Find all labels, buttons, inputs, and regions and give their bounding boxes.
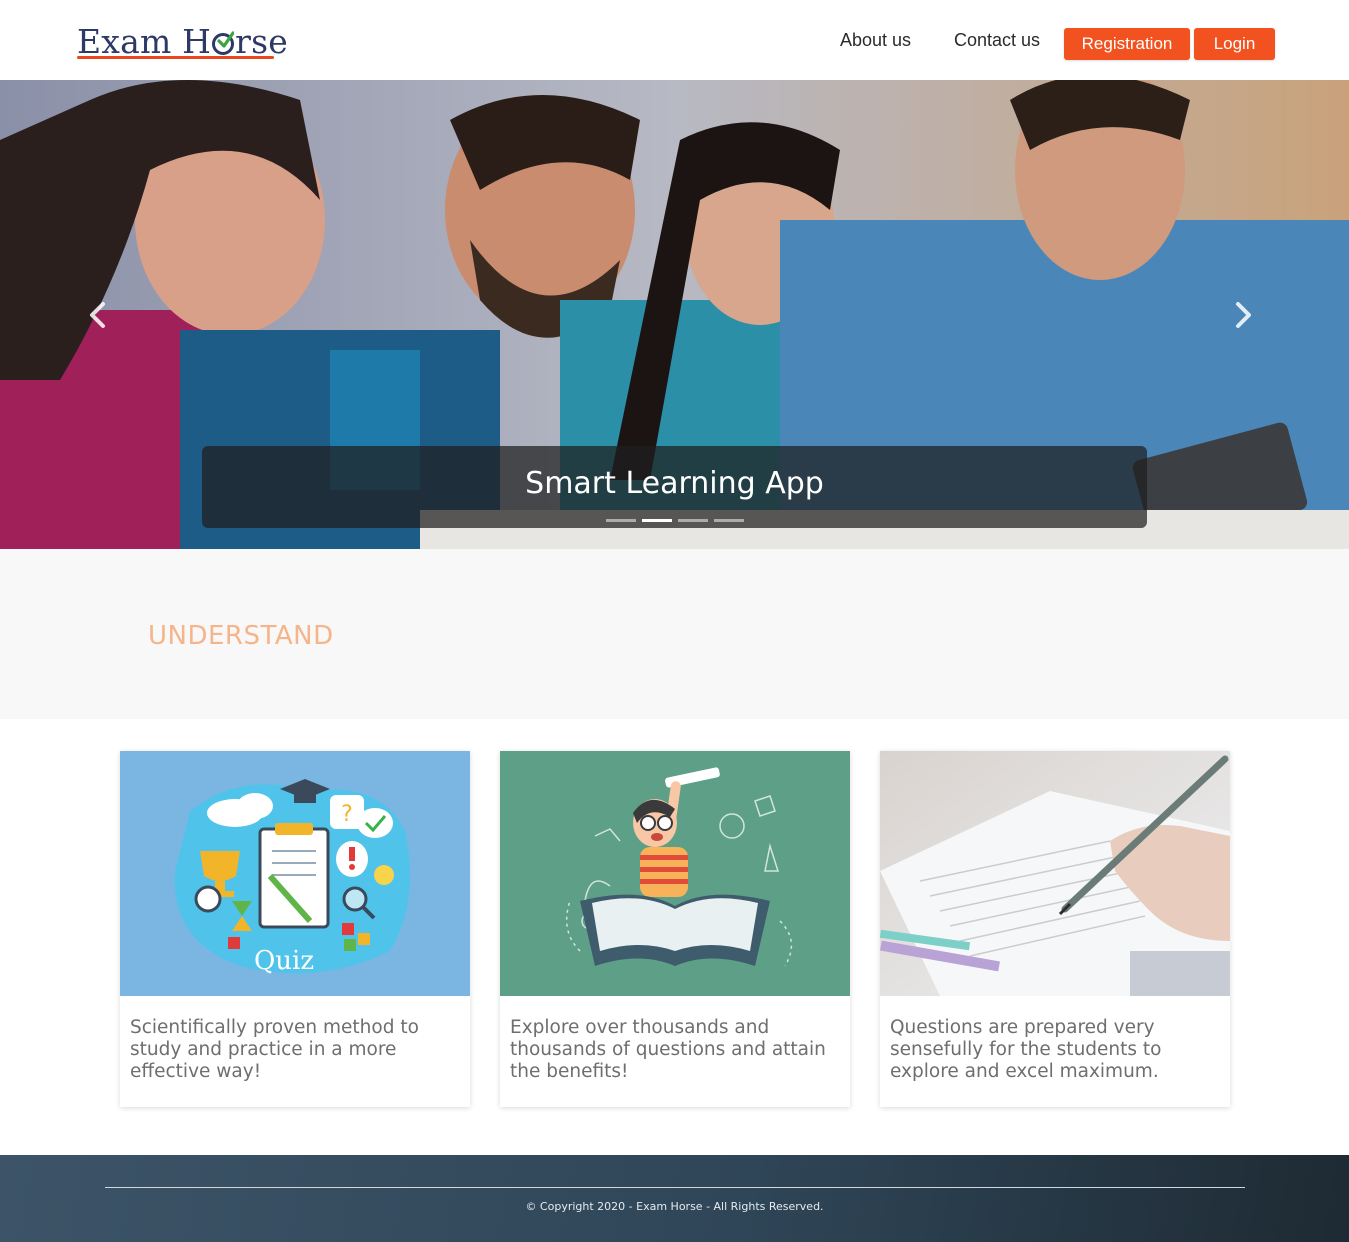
logo-underline [77,56,274,59]
carousel-indicator-4[interactable] [714,519,744,522]
feature-card-explore: Explore over thousands and thousands of … [500,751,850,1107]
section-title: UNDERSTAND [148,621,334,651]
site-footer: © Copyright 2020 - Exam Horse - All Righ… [0,1155,1349,1242]
svg-text:?: ? [341,802,353,827]
writing-hand-photo [880,751,1230,996]
carousel-indicator-3[interactable] [678,519,708,522]
login-button[interactable]: Login [1194,28,1275,60]
feature-card-quiz: ? Quiz Scientifically proven method to s… [120,751,470,1107]
site-header: Exam Hrse About us Contact us Registrati… [0,0,1349,80]
checkmark-o-icon [212,31,235,55]
card-3-text: Questions are prepared very sensefully f… [890,1017,1162,1082]
nav-contact-us[interactable]: Contact us [954,30,1040,51]
feature-card-questions: Questions are prepared very sensefully f… [880,751,1230,1107]
carousel-indicator-1[interactable] [606,519,636,522]
card-2-text: Explore over thousands and thousands of … [510,1017,826,1082]
footer-divider [105,1187,1245,1188]
quiz-illustration: ? Quiz [120,751,470,996]
hero-carousel: Smart Learning App [0,80,1349,549]
chevron-left-icon[interactable] [83,300,113,330]
chevron-right-icon[interactable] [1228,300,1258,330]
card-1-text: Scientifically proven method to study an… [130,1017,419,1082]
understand-section: UNDERSTAND [0,549,1349,719]
footer-copyright: © Copyright 2020 - Exam Horse - All Righ… [525,1200,824,1213]
nav-about-us[interactable]: About us [840,30,911,51]
quiz-image-label: Quiz [254,946,314,976]
hero-caption-box: Smart Learning App [202,446,1147,528]
hero-caption: Smart Learning App [525,466,824,501]
registration-button[interactable]: Registration [1064,28,1190,60]
carousel-indicators [606,519,744,523]
reading-kid-illustration [500,751,850,996]
carousel-indicator-2[interactable] [642,519,672,522]
